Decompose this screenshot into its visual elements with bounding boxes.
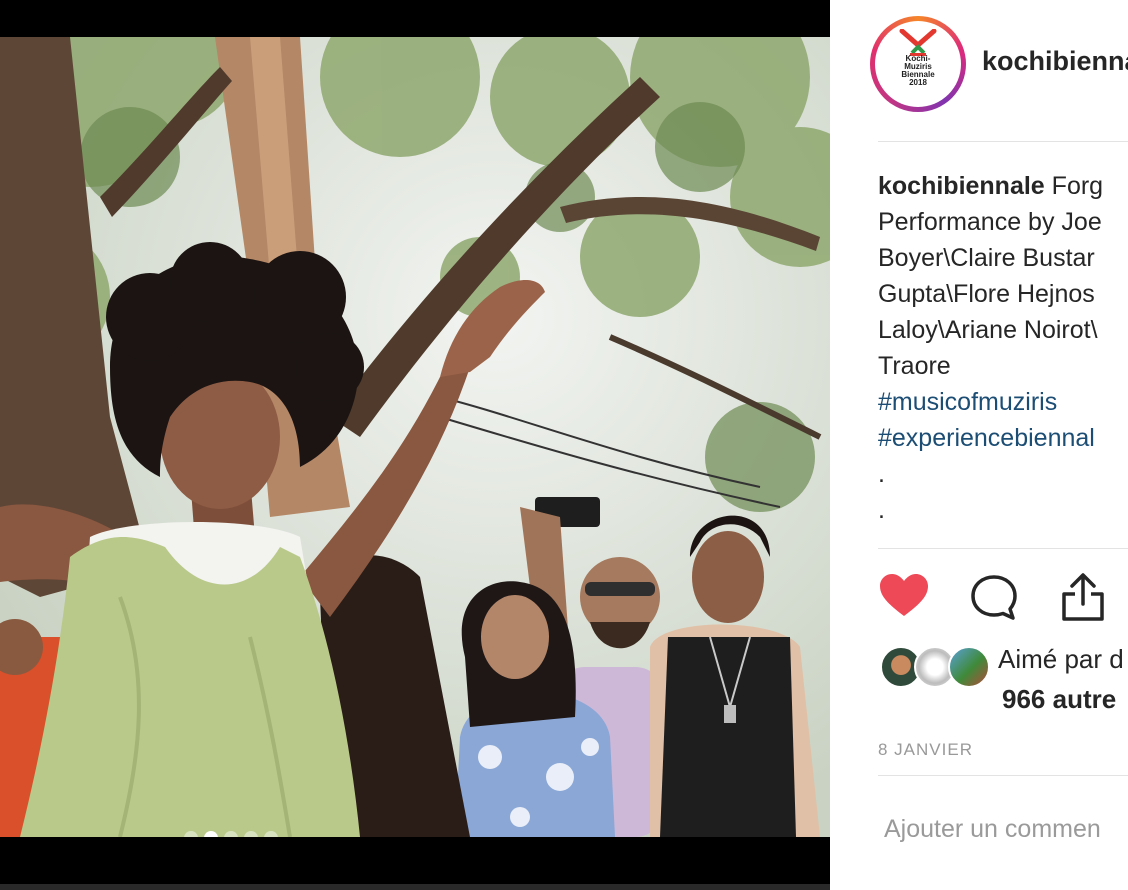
caption-divider: [878, 548, 1128, 549]
carousel-indicator: [184, 831, 278, 837]
caption-line: Gupta\Flore Hejnos: [878, 280, 1095, 308]
carousel-dot: [224, 831, 238, 837]
caption-line: Performance by Joe: [878, 208, 1102, 236]
header-divider: [878, 141, 1128, 142]
post-photo[interactable]: [0, 37, 830, 837]
caption-line: kochibiennale Forg: [878, 168, 1128, 204]
caption-username[interactable]: kochibiennale: [878, 172, 1045, 200]
post-author-username[interactable]: kochibiennale: [982, 46, 1128, 77]
avatar-logo-text: Kochi- Muziris Biennale 2018: [875, 55, 961, 87]
caption-dot: .: [878, 496, 885, 524]
liker-avatar[interactable]: [948, 646, 990, 688]
carousel-dot: [204, 831, 218, 837]
carousel-dot: [184, 831, 198, 837]
post-photo-illustration: [0, 37, 830, 837]
caption-text: Forg: [1051, 172, 1104, 200]
caption-line: Traore: [878, 352, 951, 380]
heart-icon: [880, 574, 928, 616]
carousel-dot: [244, 831, 258, 837]
likes-count[interactable]: 966 autre: [1002, 684, 1116, 715]
like-button[interactable]: [878, 572, 930, 623]
hashtag-link[interactable]: #experiencebiennal: [878, 420, 1128, 456]
post-side-panel: Kochi- Muziris Biennale 2018 kochibienna…: [830, 0, 1128, 890]
carousel-dot: [264, 831, 278, 837]
profile-avatar[interactable]: Kochi- Muziris Biennale 2018: [870, 16, 966, 112]
biennale-logo-icon: [899, 29, 937, 56]
caption-line: Laloy\Ariane Noirot\: [878, 316, 1098, 344]
comment-divider: [878, 775, 1128, 776]
caption-dot: .: [878, 460, 885, 488]
hashtag-link[interactable]: #musicofmuziris: [878, 384, 1128, 420]
comment-input[interactable]: [882, 814, 1128, 845]
liked-by-text[interactable]: Aimé par d: [998, 644, 1124, 675]
post-caption: kochibiennale Forg Performance by Joe Bo…: [878, 168, 1128, 528]
logo-line: 2018: [909, 78, 927, 87]
comment-button[interactable]: [970, 574, 1018, 627]
share-button[interactable]: [1060, 572, 1106, 627]
instagram-post-viewer: Kochi- Muziris Biennale 2018 kochibienna…: [0, 0, 1128, 890]
bottom-edge: [0, 884, 830, 890]
comment-icon: [971, 575, 1017, 620]
avatar-logo: Kochi- Muziris Biennale 2018: [875, 21, 961, 107]
share-icon: [1062, 573, 1104, 621]
post-date: 8 JANVIER: [878, 740, 973, 759]
caption-line: Boyer\Claire Bustar: [878, 244, 1095, 272]
